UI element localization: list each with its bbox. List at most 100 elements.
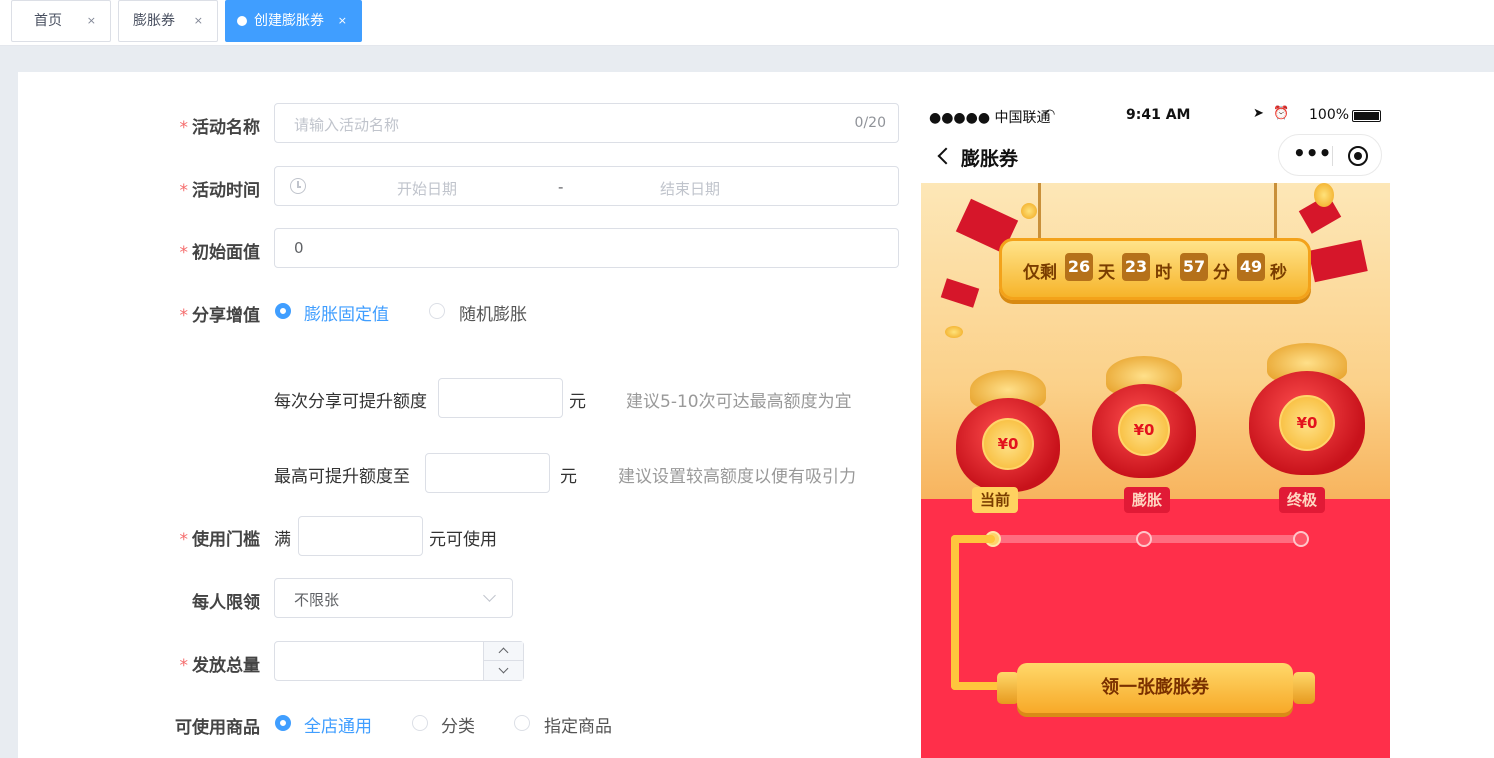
status-bar: ●●●●● 中国联通 ◠ 9:41 AM ➤ ⏰ 100% — [921, 92, 1390, 138]
countdown-hour-unit: 时 — [1155, 263, 1172, 283]
tab-label: 首页 — [34, 13, 62, 29]
products-label: 可使用商品 — [140, 713, 260, 738]
threshold-input[interactable] — [298, 516, 423, 556]
clock-text: 9:41 AM — [1126, 107, 1191, 123]
char-counter: 0/20 — [854, 115, 886, 131]
increase-button[interactable] — [484, 642, 523, 661]
phone-preview: ●●●●● 中国联通 ◠ 9:41 AM ➤ ⏰ 100% 膨胀券 ••• 仅剩… — [921, 92, 1390, 758]
decrease-button[interactable] — [484, 661, 523, 680]
label-text: 活动名称 — [192, 118, 260, 138]
more-icon[interactable]: ••• — [1293, 141, 1331, 165]
countdown-minute-unit: 分 — [1213, 263, 1230, 283]
label-text: 使用门槛 — [192, 530, 260, 550]
chevron-up-icon — [498, 647, 509, 658]
close-icon[interactable]: × — [87, 1, 96, 41]
start-date-input[interactable]: 开始日期 — [397, 178, 457, 199]
countdown-second-unit: 秒 — [1270, 263, 1287, 283]
max-increase-input[interactable] — [425, 453, 550, 493]
close-icon[interactable]: × — [338, 1, 347, 41]
per-person-limit-label: 每人限领 — [140, 588, 260, 613]
progress-node-ultimate — [1293, 531, 1309, 547]
step-label-ultimate: 终极 — [1279, 487, 1326, 513]
category-radio[interactable] — [412, 715, 428, 731]
input-value: 0 — [294, 239, 304, 257]
tab-home[interactable]: 首页 × — [11, 0, 111, 42]
lucky-bag-current: ¥0 — [948, 360, 1068, 495]
coin-decoration — [1314, 183, 1334, 207]
page-title: 膨胀券 — [961, 148, 1019, 170]
close-icon[interactable]: × — [194, 1, 203, 41]
countdown-days: 26 — [1065, 253, 1093, 281]
countdown-minutes: 57 — [1180, 253, 1208, 281]
tab-coupon[interactable]: 膨胀券 × — [118, 0, 218, 42]
random-increase-option[interactable]: 随机膨胀 — [459, 300, 527, 325]
progress-pipe — [951, 535, 995, 543]
tab-create-coupon[interactable]: 创建膨胀券 × — [225, 0, 362, 42]
claim-coupon-button[interactable]: 领一张膨胀券 — [1017, 663, 1293, 713]
carrier-text: ●●●●● 中国联通 — [929, 110, 1051, 126]
close-miniprogram-icon[interactable] — [1348, 146, 1368, 166]
input-placeholder: 请输入活动名称 — [294, 116, 400, 134]
bag-amount: ¥0 — [982, 418, 1034, 470]
location-icon: ➤ — [1253, 106, 1264, 121]
activity-name-label: * 活动名称 — [140, 113, 261, 138]
threshold-prefix: 满 — [274, 530, 291, 550]
lucky-bag-expanded: ¥0 — [1084, 346, 1204, 481]
lucky-bag-ultimate: ¥0 — [1241, 333, 1371, 478]
progress-node-expanded — [1136, 531, 1152, 547]
share-increase-label: * 分享增值 — [140, 301, 261, 326]
active-dot-icon — [237, 16, 247, 26]
countdown-seconds: 49 — [1237, 253, 1265, 281]
category-option[interactable]: 分类 — [441, 712, 475, 737]
activity-time-label: * 活动时间 — [140, 176, 261, 201]
specific-products-radio[interactable] — [514, 715, 530, 731]
required-mark: * — [179, 306, 189, 326]
battery-text: 100% — [1309, 107, 1350, 123]
random-increase-radio[interactable] — [429, 303, 445, 319]
countdown-timer: 仅剩 26 天 23 时 57 分 49 秒 — [999, 238, 1311, 300]
date-range-picker[interactable]: 开始日期 - 结束日期 — [274, 166, 899, 206]
label-text: 初始面值 — [192, 243, 260, 263]
end-date-input[interactable]: 结束日期 — [660, 178, 720, 199]
clock-icon — [290, 178, 306, 194]
select-value: 不限张 — [294, 591, 340, 609]
hanging-rope — [1274, 183, 1277, 241]
tab-bar: 首页 × 膨胀券 × 创建膨胀券 × — [0, 0, 1494, 46]
range-separator: - — [558, 178, 564, 196]
label-text: 分享增值 — [192, 306, 260, 326]
wifi-icon: ◠ — [1044, 107, 1056, 122]
all-store-option[interactable]: 全店通用 — [304, 712, 372, 737]
per-person-limit-select[interactable]: 不限张 — [274, 578, 513, 618]
max-increase-label: 最高可提升额度至 — [274, 467, 410, 487]
tab-label: 创建膨胀券 — [254, 13, 324, 29]
required-mark: * — [179, 530, 189, 550]
threshold-suffix: 元可使用 — [429, 530, 497, 550]
bag-amount: ¥0 — [1118, 404, 1170, 456]
step-label-expanded: 膨胀 — [1124, 487, 1171, 513]
coupon-stage: 仅剩 26 天 23 时 57 分 49 秒 ¥0 ¥0 ¥0 当前 膨胀 终极 — [921, 183, 1390, 758]
capsule-menu: ••• — [1278, 134, 1382, 176]
per-share-input[interactable] — [438, 378, 563, 418]
required-mark: * — [179, 181, 189, 201]
coin-decoration — [1021, 203, 1037, 219]
total-quantity-stepper[interactable] — [274, 641, 524, 681]
countdown-prefix: 仅剩 — [1023, 263, 1057, 283]
specific-products-option[interactable]: 指定商品 — [544, 712, 612, 737]
per-share-unit: 元 — [569, 392, 586, 412]
coin-decoration — [945, 326, 963, 338]
alarm-icon: ⏰ — [1273, 106, 1290, 121]
fixed-increase-option[interactable]: 膨胀固定值 — [304, 300, 389, 325]
label-text: 活动时间 — [192, 181, 260, 201]
activity-name-input[interactable]: 请输入活动名称 0/20 — [274, 103, 899, 143]
label-text: 可使用商品 — [175, 718, 260, 738]
all-store-radio[interactable] — [275, 715, 291, 731]
tab-label: 膨胀券 — [133, 13, 175, 29]
progress-pipe — [951, 682, 1001, 690]
initial-value-input[interactable]: 0 — [274, 228, 899, 268]
scroll-knob-left — [997, 672, 1019, 704]
back-icon[interactable] — [937, 147, 955, 165]
countdown-day-unit: 天 — [1098, 263, 1115, 283]
scroll-knob-right — [1293, 672, 1315, 704]
battery-icon — [1352, 110, 1381, 122]
fixed-increase-radio[interactable] — [275, 303, 291, 319]
